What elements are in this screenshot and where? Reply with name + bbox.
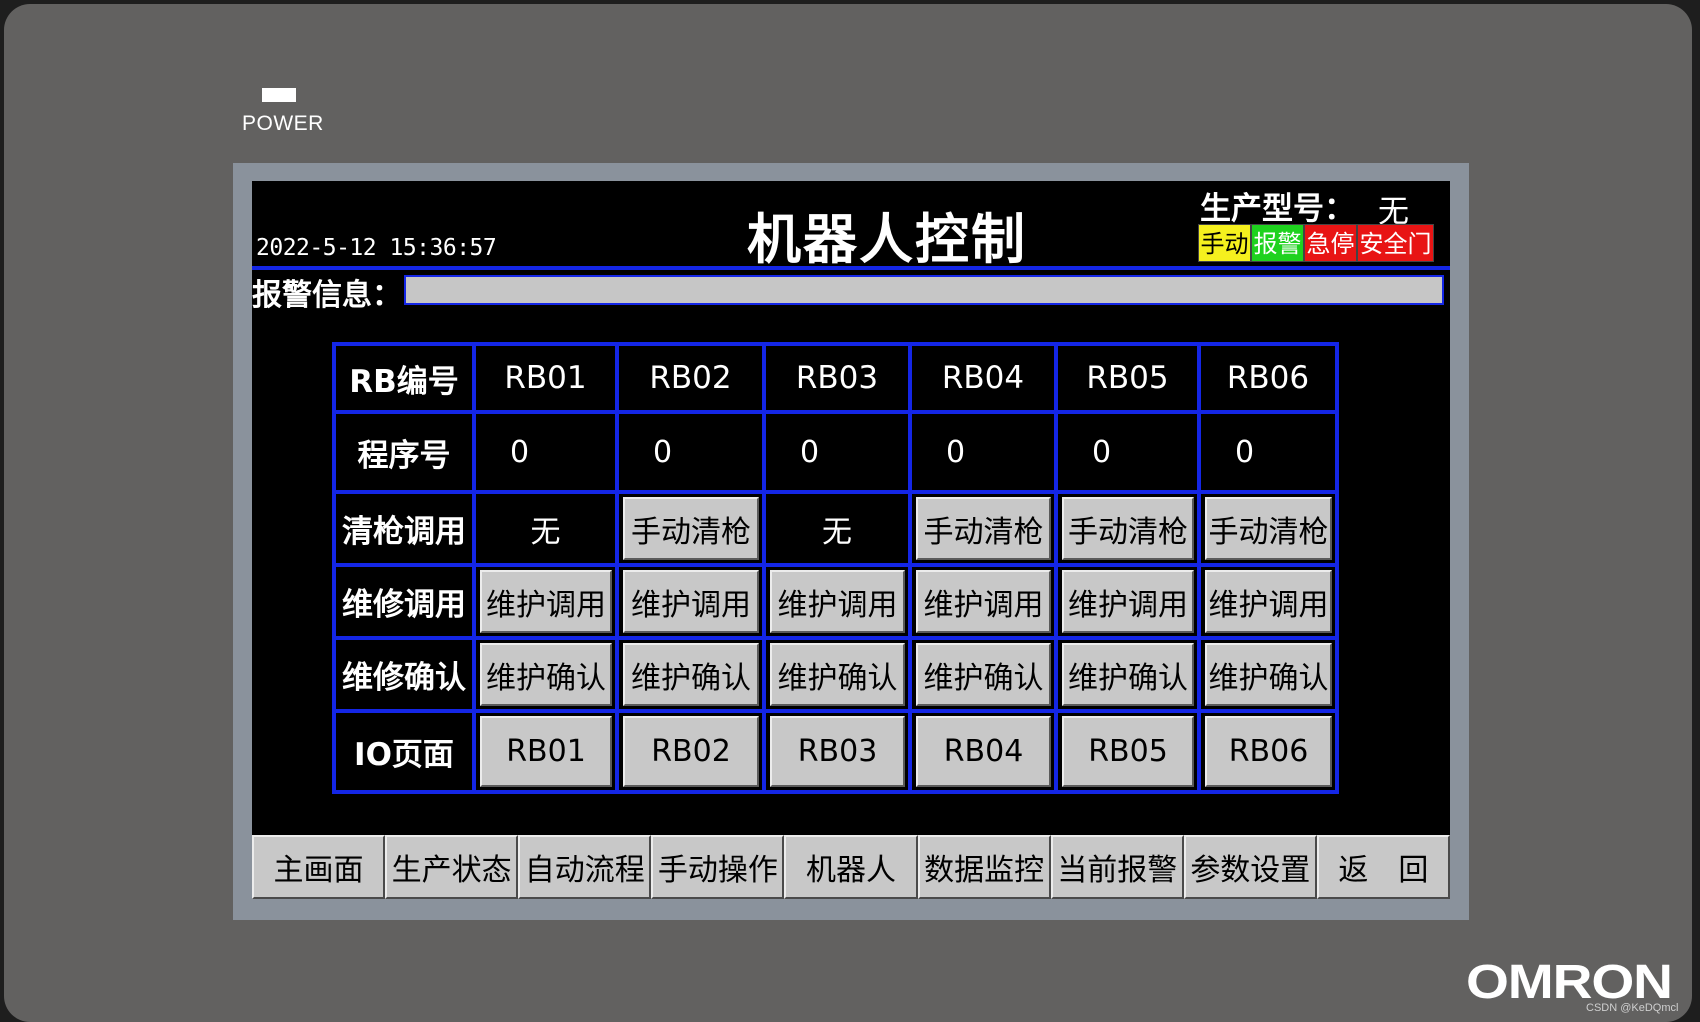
nav-main-screen-button[interactable]: 主画面 — [252, 835, 386, 899]
maint-confirm-cell-rb02: 维护确认 — [619, 640, 766, 713]
column-header-rb04: RB04 — [912, 346, 1058, 414]
io-page-cell-rb03: RB03 — [766, 713, 912, 794]
io-page-cell-rb04: RB04 — [912, 713, 1058, 794]
io-page-cell-rb01: RB01 — [476, 713, 619, 794]
gun-clean-cell-rb06: 手动清枪 — [1201, 494, 1339, 567]
nav-auto-flow-button[interactable]: 自动流程 — [518, 835, 652, 899]
hmi-screen: 2022-5-12 15:36:57 机器人控制 生产型号： 无 手动 报警 急… — [252, 181, 1450, 899]
program-number-rb02: 0 — [619, 414, 766, 494]
row-label-maintenance-call: 维修调用 — [336, 567, 476, 640]
io-page-cell-rb05: RB05 — [1058, 713, 1201, 794]
nav-production-status-button[interactable]: 生产状态 — [385, 835, 519, 899]
power-indicator-light — [262, 88, 296, 102]
column-header-rb03: RB03 — [766, 346, 912, 414]
power-label: POWER — [242, 112, 324, 135]
maintenance-call-button-rb04[interactable]: 维护调用 — [916, 570, 1051, 633]
maint-call-cell-rb01: 维护调用 — [476, 567, 619, 640]
program-number-rb04: 0 — [912, 414, 1058, 494]
status-badge-safety-door: 安全门 — [1357, 224, 1434, 262]
nav-parameter-settings-button[interactable]: 参数设置 — [1183, 835, 1317, 899]
row-label-program-number: 程序号 — [336, 414, 476, 494]
io-page-button-rb05[interactable]: RB05 — [1062, 716, 1194, 787]
alarm-info-label: 报警信息： — [252, 278, 402, 313]
status-badge-estop: 急停 — [1304, 224, 1357, 262]
maint-confirm-cell-rb01: 维护确认 — [476, 640, 619, 713]
maint-call-cell-rb05: 维护调用 — [1058, 567, 1201, 640]
maint-call-cell-rb03: 维护调用 — [766, 567, 912, 640]
maint-confirm-cell-rb06: 维护确认 — [1201, 640, 1339, 713]
header-divider — [252, 266, 1450, 270]
page-title: 机器人控制 — [747, 208, 1027, 271]
manual-gun-clean-button-rb06[interactable]: 手动清枪 — [1205, 497, 1332, 560]
program-number-rb06: 0 — [1201, 414, 1339, 494]
row-label-io-page: IO页面 — [336, 713, 476, 794]
maintenance-confirm-button-rb05[interactable]: 维护确认 — [1062, 643, 1194, 706]
gun-clean-status-rb01: 无 — [476, 494, 619, 567]
manual-gun-clean-button-rb05[interactable]: 手动清枪 — [1062, 497, 1194, 560]
robot-control-table: RB编号 RB01 RB02 RB03 RB04 RB05 RB06 程序号 0… — [332, 342, 1339, 794]
maintenance-confirm-button-rb04[interactable]: 维护确认 — [916, 643, 1051, 706]
maint-confirm-cell-rb03: 维护确认 — [766, 640, 912, 713]
maintenance-confirm-button-rb03[interactable]: 维护确认 — [770, 643, 905, 706]
maint-confirm-cell-rb04: 维护确认 — [912, 640, 1058, 713]
program-number-rb03: 0 — [766, 414, 912, 494]
io-page-button-rb01[interactable]: RB01 — [480, 716, 612, 787]
io-page-button-rb04[interactable]: RB04 — [916, 716, 1051, 787]
alarm-info-field — [404, 275, 1444, 305]
nav-robot-button[interactable]: 机器人 — [784, 835, 918, 899]
maintenance-confirm-button-rb06[interactable]: 维护确认 — [1205, 643, 1332, 706]
nav-current-alarm-button[interactable]: 当前报警 — [1050, 835, 1184, 899]
row-label-gun-clean: 清枪调用 — [336, 494, 476, 567]
gun-clean-cell-rb04: 手动清枪 — [912, 494, 1058, 567]
watermark: CSDN @KeDQmcl — [1586, 1002, 1679, 1014]
column-header-rb06: RB06 — [1201, 346, 1339, 414]
gun-clean-cell-rb02: 手动清枪 — [619, 494, 766, 567]
manual-gun-clean-button-rb02[interactable]: 手动清枪 — [623, 497, 759, 560]
gun-clean-status-rb03: 无 — [766, 494, 912, 567]
status-indicators: 手动 报警 急停 安全门 — [1198, 224, 1434, 262]
maintenance-call-button-rb02[interactable]: 维护调用 — [623, 570, 759, 633]
maint-call-cell-rb04: 维护调用 — [912, 567, 1058, 640]
maint-call-cell-rb06: 维护调用 — [1201, 567, 1339, 640]
gun-clean-cell-rb05: 手动清枪 — [1058, 494, 1201, 567]
program-number-rb01: 0 — [476, 414, 619, 494]
io-page-cell-rb02: RB02 — [619, 713, 766, 794]
datetime-display: 2022-5-12 15:36:57 — [256, 235, 497, 261]
maintenance-call-button-rb06[interactable]: 维护调用 — [1205, 570, 1332, 633]
maintenance-call-button-rb03[interactable]: 维护调用 — [770, 570, 905, 633]
header-rb-number: RB编号 — [336, 346, 476, 414]
omron-logo: OMRON — [1466, 956, 1673, 1009]
io-page-button-rb03[interactable]: RB03 — [770, 716, 905, 787]
maintenance-call-button-rb05[interactable]: 维护调用 — [1062, 570, 1194, 633]
row-label-maintenance-confirm: 维修确认 — [336, 640, 476, 713]
column-header-rb02: RB02 — [619, 346, 766, 414]
nav-return-button[interactable]: 返 回 — [1316, 835, 1450, 899]
status-badge-manual: 手动 — [1198, 224, 1251, 262]
hmi-bezel: POWER OMRON CSDN @KeDQmcl 2022-5-12 15:3… — [4, 4, 1692, 1022]
io-page-cell-rb06: RB06 — [1201, 713, 1339, 794]
manual-gun-clean-button-rb04[interactable]: 手动清枪 — [916, 497, 1051, 560]
maint-call-cell-rb02: 维护调用 — [619, 567, 766, 640]
maintenance-call-button-rb01[interactable]: 维护调用 — [480, 570, 612, 633]
nav-data-monitor-button[interactable]: 数据监控 — [917, 835, 1051, 899]
io-page-button-rb02[interactable]: RB02 — [623, 716, 759, 787]
io-page-button-rb06[interactable]: RB06 — [1205, 716, 1332, 787]
program-number-rb05: 0 — [1058, 414, 1201, 494]
column-header-rb05: RB05 — [1058, 346, 1201, 414]
column-header-rb01: RB01 — [476, 346, 619, 414]
maint-confirm-cell-rb05: 维护确认 — [1058, 640, 1201, 713]
model-label: 生产型号： — [1200, 191, 1355, 227]
bottom-navigation: 主画面 生产状态 自动流程 手动操作 机器人 数据监控 当前报警 参数设置 返 … — [252, 835, 1450, 899]
nav-manual-operation-button[interactable]: 手动操作 — [651, 835, 785, 899]
maintenance-confirm-button-rb01[interactable]: 维护确认 — [480, 643, 612, 706]
maintenance-confirm-button-rb02[interactable]: 维护确认 — [623, 643, 759, 706]
status-badge-alarm: 报警 — [1251, 224, 1304, 262]
